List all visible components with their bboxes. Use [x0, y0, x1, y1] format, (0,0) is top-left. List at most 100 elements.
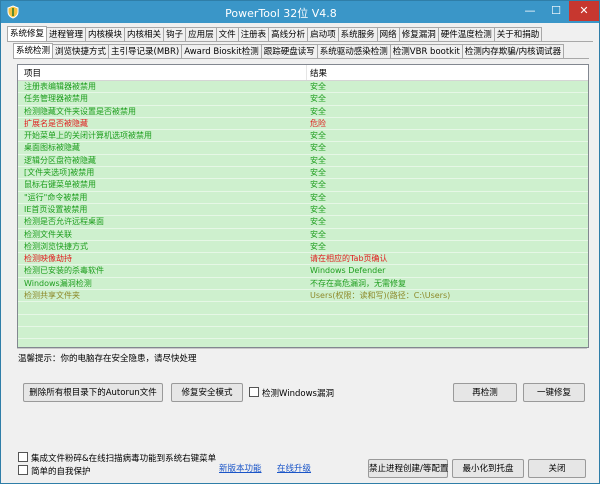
subtab-divider — [13, 58, 589, 59]
row-result-cell: 安全 — [310, 217, 326, 227]
context-menu-checkbox[interactable]: 集成文件粉碎&在线扫描病毒功能到系统右键菜单 — [18, 452, 216, 465]
tab-patch-vulns[interactable]: 修复漏洞 — [398, 27, 439, 41]
row-item-cell: 检测共享文件夹 — [24, 291, 80, 301]
warning-hint: 温馨提示：你的电脑存在安全隐患，请尽快处理 — [18, 354, 197, 364]
table-row[interactable]: 任务管理器被禁用 安全 — [18, 93, 588, 106]
tab-files[interactable]: 文件 — [215, 27, 239, 41]
maximize-button[interactable]: ☐ — [543, 1, 569, 21]
column-separator[interactable] — [306, 65, 307, 80]
repair-safe-mode-button[interactable]: 修复安全模式 — [171, 383, 243, 402]
tab-kernel-modules[interactable]: 内核模块 — [85, 27, 126, 41]
table-row[interactable]: 检测共享文件夹 Users(权限：读和写)(路径：C:\Users) — [18, 290, 588, 303]
list-header: 项目 结果 — [18, 65, 588, 81]
check-windows-vuln-checkbox[interactable]: 检测Windows漏洞 — [249, 387, 334, 400]
close-button[interactable]: ✕ — [569, 1, 599, 21]
table-row[interactable]: 扩展名是否被隐藏 危险 — [18, 117, 588, 131]
exit-button[interactable]: 关闭 — [528, 459, 586, 478]
checkbox-box[interactable] — [18, 452, 28, 462]
main-tab-bar: 系统修复 进程管理 内核模块 内核相关 钩子 应用层 文件 注册表 高线分析 启… — [7, 26, 543, 42]
row-result-cell: 安全 — [310, 143, 326, 153]
checkbox-box[interactable] — [249, 387, 259, 397]
one-click-repair-button[interactable]: 一键修复 — [523, 383, 585, 402]
delete-autorun-button[interactable]: 删除所有根目录下的Autorun文件 — [23, 383, 163, 402]
row-result-cell: 安全 — [310, 82, 326, 91]
table-row[interactable]: 逻辑分区盘符被隐藏 安全 — [18, 154, 588, 168]
tab-network[interactable]: 网络 — [376, 27, 400, 41]
hint-divider — [17, 348, 587, 349]
row-item-cell: "运行"命令被禁用 — [24, 192, 88, 202]
tab-startup[interactable]: 启动项 — [307, 27, 339, 41]
column-header-item[interactable]: 项目 — [24, 67, 41, 79]
subtab-disk-trace[interactable]: 跟踪硬盘读写 — [260, 44, 318, 58]
row-result-cell: 安全 — [310, 155, 326, 165]
minimize-to-tray-button[interactable]: 最小化到托盘 — [452, 459, 524, 478]
table-row[interactable]: "运行"命令被禁用 安全 — [18, 191, 588, 204]
title-bar[interactable]: PowerTool 32位 V4.8 — ☐ ✕ — [1, 1, 599, 23]
row-result-cell: 安全 — [310, 192, 326, 202]
table-row[interactable]: 注册表编辑器被禁用 安全 — [18, 81, 588, 94]
tab-app-layer[interactable]: 应用层 — [185, 27, 217, 41]
row-item-cell: Windows漏洞检测 — [24, 278, 92, 288]
table-row[interactable]: Windows漏洞检测 不存在高危漏洞，无需修复 — [18, 277, 588, 291]
subtab-vbr-bootkit[interactable]: 检测VBR bootkit — [389, 44, 463, 58]
row-item-cell: 鼠标右键菜单被禁用 — [24, 180, 96, 190]
row-result-cell: 安全 — [310, 241, 326, 251]
tab-divider — [7, 41, 593, 42]
checkbox-label: 集成文件粉碎&在线扫描病毒功能到系统右键菜单 — [31, 454, 217, 464]
self-protect-checkbox[interactable]: 简单的自我保护 — [18, 465, 91, 478]
row-item-cell: 注册表编辑器被禁用 — [24, 82, 96, 91]
minimize-button[interactable]: — — [517, 1, 543, 21]
row-result-cell: 不存在高危漏洞，无需修复 — [310, 278, 406, 288]
row-item-cell: 检测浏览快捷方式 — [24, 241, 88, 251]
table-row[interactable]: 开始菜单上的关闭计算机选项被禁用 安全 — [18, 130, 588, 143]
disable-process-creation-button[interactable]: 禁止进程创建/等配置 — [368, 459, 448, 478]
check-results-list[interactable]: 项目 结果 注册表编辑器被禁用 安全 任务管理器被禁用 安全 检测隐藏文件夹设置是否被禁… — [17, 64, 589, 348]
window-title: PowerTool 32位 V4.8 — [225, 7, 337, 20]
list-rows: 注册表编辑器被禁用 安全 任务管理器被禁用 安全 检测隐藏文件夹设置是否被禁用 安全 扩展名… — [18, 81, 588, 347]
column-header-result[interactable]: 结果 — [310, 67, 327, 79]
recheck-button[interactable]: 再检测 — [453, 383, 517, 402]
table-row[interactable] — [18, 339, 588, 347]
row-item-cell: 任务管理器被禁用 — [24, 94, 88, 104]
table-row[interactable]: 鼠标右键菜单被禁用 安全 — [18, 179, 588, 192]
tab-system-repair[interactable]: 系统修复 — [7, 26, 48, 42]
row-item-cell: 开始菜单上的关闭计算机选项被禁用 — [24, 131, 152, 141]
subtab-memory-spoof[interactable]: 检测内存欺骗/内核调试器 — [461, 44, 565, 58]
sub-tab-bar: 系统检测 浏览快捷方式 主引导记录(MBR) Award Bioskit检测 跟… — [13, 43, 565, 59]
checkbox-label: 简单的自我保护 — [31, 467, 91, 477]
tab-offline-analysis[interactable]: 高线分析 — [268, 27, 309, 41]
table-row[interactable]: 检测已安装的杀毒软件 Windows Defender — [18, 265, 588, 278]
new-version-link[interactable]: 新版本功能 — [219, 462, 262, 474]
table-row[interactable] — [18, 302, 588, 315]
tab-process-manager[interactable]: 进程管理 — [46, 27, 87, 41]
subtab-system-check[interactable]: 系统检测 — [13, 43, 54, 59]
powertool-window: PowerTool 32位 V4.8 — ☐ ✕ 系统修复 进程管理 内核模块 … — [0, 0, 600, 484]
row-result-cell: 安全 — [310, 204, 326, 214]
tab-system-services[interactable]: 系统服务 — [337, 27, 378, 41]
subtab-driver-infection[interactable]: 系统驱动感染检测 — [316, 44, 391, 58]
table-row[interactable] — [18, 314, 588, 327]
tab-registry[interactable]: 注册表 — [237, 27, 270, 41]
subtab-mbr[interactable]: 主引导记录(MBR) — [108, 44, 183, 58]
table-row[interactable]: 检测文件关联 安全 — [18, 228, 588, 241]
table-row[interactable]: [文件夹选项]被禁用 安全 — [18, 167, 588, 180]
row-item-cell: 检测隐藏文件夹设置是否被禁用 — [24, 106, 136, 116]
checkbox-box[interactable] — [18, 465, 28, 475]
table-row[interactable] — [18, 326, 588, 340]
table-row[interactable]: 桌面图标被隐藏 安全 — [18, 142, 588, 155]
table-row[interactable]: 检测是否允许远程桌面 安全 — [18, 216, 588, 229]
subtab-award-bioskit[interactable]: Award Bioskit检测 — [181, 44, 262, 58]
table-row[interactable]: 检测浏览快捷方式 安全 — [18, 240, 588, 254]
subtab-browser-shortcuts[interactable]: 浏览快捷方式 — [52, 44, 110, 58]
row-result-cell: 安全 — [310, 229, 326, 239]
tab-kernel-related[interactable]: 内核相关 — [124, 27, 165, 41]
online-upgrade-link[interactable]: 在线升级 — [277, 462, 311, 474]
tab-about[interactable]: 关于和捐助 — [493, 27, 543, 41]
tab-hooks[interactable]: 钩子 — [163, 27, 187, 41]
table-row[interactable]: 检测隐藏文件夹设置是否被禁用 安全 — [18, 105, 588, 118]
table-row[interactable]: IE首页设置被禁用 安全 — [18, 203, 588, 217]
row-item-cell: 桌面图标被隐藏 — [24, 143, 80, 153]
table-row[interactable]: 检测映像劫持 请在相应的Tab页确认 — [18, 253, 588, 266]
checkbox-label: 检测Windows漏洞 — [262, 389, 334, 399]
tab-hardware-temp[interactable]: 硬件温度检测 — [437, 27, 495, 41]
